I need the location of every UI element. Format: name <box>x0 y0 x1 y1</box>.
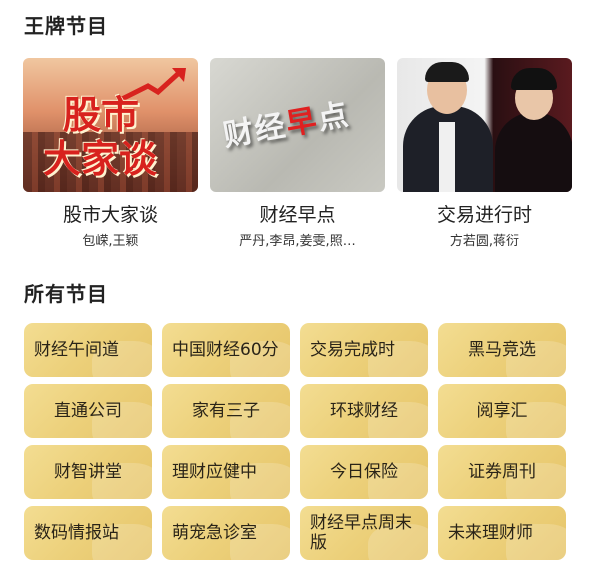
program-label: 阅享汇 <box>476 401 528 421</box>
featured-card-gushi[interactable]: 股市 大家谈 股市大家谈 包嵘,王颖 <box>23 58 198 249</box>
caijing-logo-part1: 财经 <box>220 108 290 154</box>
host-hair-left <box>425 62 469 82</box>
program-label: 交易完成时 <box>310 340 395 360</box>
program-tile[interactable]: 理财应健中 <box>162 445 290 499</box>
program-tile[interactable]: 环球财经 <box>300 384 428 438</box>
program-tile[interactable]: 中国财经60分 <box>162 323 290 377</box>
caijing-thumbnail[interactable]: 财经早点 <box>210 58 385 192</box>
program-label: 今日保险 <box>330 462 398 482</box>
program-tile[interactable]: 直通公司 <box>24 384 152 438</box>
program-tile[interactable]: 证券周刊 <box>438 445 566 499</box>
featured-card-hosts: 包嵘,王颖 <box>82 234 139 249</box>
program-label: 中国财经60分 <box>172 340 279 360</box>
featured-card-name: 财经早点 <box>259 204 336 226</box>
host-photo-right <box>495 112 572 192</box>
host-hair-right <box>511 68 557 90</box>
featured-card-hosts: 严丹,李昂,姜雯,照… <box>239 234 356 249</box>
featured-card-name: 股市大家谈 <box>62 204 158 226</box>
program-label: 财智讲堂 <box>54 462 122 482</box>
featured-card-caijing[interactable]: 财经早点 财经早点 严丹,李昂,姜雯,照… <box>210 58 385 249</box>
program-label: 财经午间道 <box>34 340 119 360</box>
program-tile[interactable]: 数码情报站 <box>24 506 152 560</box>
program-tile[interactable]: 未来理财师 <box>438 506 566 560</box>
program-tile[interactable]: 阅享汇 <box>438 384 566 438</box>
program-label: 家有三子 <box>192 401 260 421</box>
program-label: 财经早点周末版 <box>310 513 412 553</box>
program-tile[interactable]: 萌宠急诊室 <box>162 506 290 560</box>
program-label: 直通公司 <box>54 401 122 421</box>
caijing-logo-part3: 点 <box>315 97 353 138</box>
featured-card-hosts: 方若圆,蒋衍 <box>449 234 520 249</box>
program-tile[interactable]: 财智讲堂 <box>24 445 152 499</box>
host-shirt <box>439 122 455 192</box>
program-label: 证券周刊 <box>468 462 536 482</box>
featured-card-jiaoyi[interactable]: 交易进行时 方若圆,蒋衍 <box>397 58 572 249</box>
program-tile[interactable]: 财经早点周末版 <box>300 506 428 560</box>
program-label: 未来理财师 <box>448 523 533 543</box>
program-tile[interactable]: 今日保险 <box>300 445 428 499</box>
program-label: 数码情报站 <box>34 523 119 543</box>
program-label: 环球财经 <box>330 401 398 421</box>
program-tile[interactable]: 家有三子 <box>162 384 290 438</box>
gushi-logo-line2: 大家谈 <box>43 136 158 181</box>
program-tile[interactable]: 财经午间道 <box>24 323 152 377</box>
program-label: 萌宠急诊室 <box>172 523 257 543</box>
program-tile[interactable]: 交易完成时 <box>300 323 428 377</box>
jiaoyi-thumbnail[interactable] <box>397 58 572 192</box>
program-label: 理财应健中 <box>172 462 257 482</box>
program-label: 黑马竞选 <box>468 340 536 360</box>
gushi-thumbnail[interactable]: 股市 大家谈 <box>23 58 198 192</box>
program-tile[interactable]: 黑马竞选 <box>438 323 566 377</box>
caijing-logo-text: 财经早点 <box>219 89 353 155</box>
featured-section-title: 王牌节目 <box>24 14 108 38</box>
featured-card-name: 交易进行时 <box>436 204 532 226</box>
all-programs-section-title: 所有节目 <box>24 282 108 306</box>
